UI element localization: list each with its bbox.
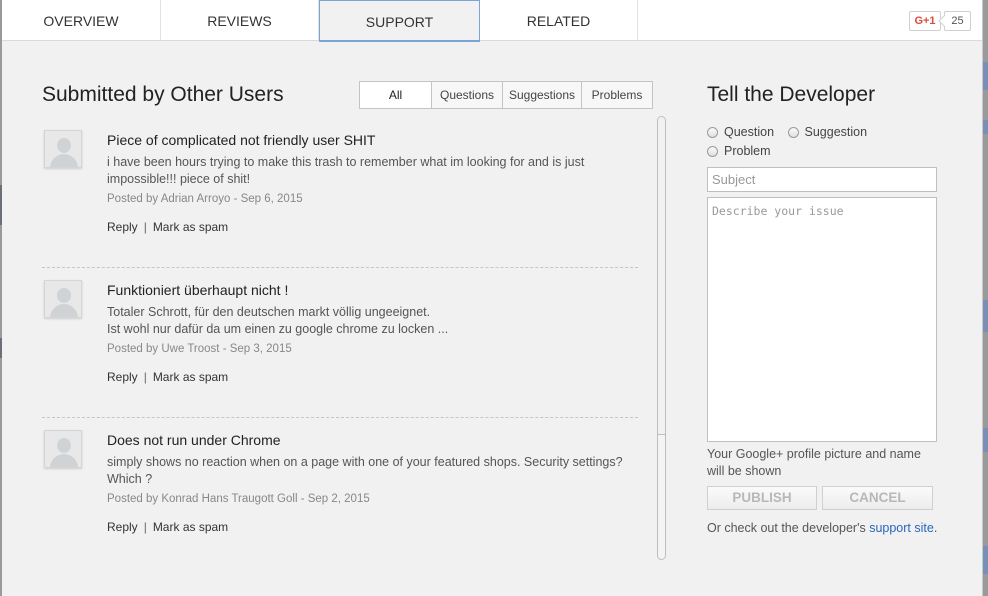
review-list: Piece of complicated not friendly user S…: [42, 118, 638, 568]
review-body: i have been hours trying to make this tr…: [107, 155, 585, 186]
avatar-icon: [44, 430, 82, 468]
radio-label: Problem: [724, 144, 771, 158]
radio-circle-icon[interactable]: [787, 126, 799, 138]
review-meta: Posted by Adrian Arroyo - Sep 6, 2015: [107, 193, 303, 205]
review-actions: Reply | Mark as spam: [107, 220, 228, 234]
radio-question[interactable]: Question: [707, 125, 774, 139]
cancel-button[interactable]: CANCEL: [822, 486, 933, 510]
subject-input[interactable]: [707, 167, 937, 192]
support-site-link[interactable]: support site: [869, 521, 934, 535]
checkout-text: Or check out the developer's: [707, 521, 870, 535]
background-strip: [983, 546, 988, 574]
support-site-text: Or check out the developer's support sit…: [707, 520, 939, 537]
plus-one-count: 25: [944, 11, 971, 31]
describe-issue-textarea[interactable]: [707, 197, 937, 442]
reply-link[interactable]: Reply: [107, 370, 138, 384]
background-strip: [983, 428, 988, 452]
mark-as-spam-link[interactable]: Mark as spam: [153, 370, 228, 384]
review-body: simply shows no reaction when on a page …: [107, 455, 623, 486]
submitted-title: Submitted by Other Users: [42, 83, 284, 106]
radio-suggestion[interactable]: Suggestion: [787, 125, 868, 139]
review-title: Piece of complicated not friendly user S…: [107, 132, 376, 148]
scrollbar-thumb[interactable]: [658, 117, 665, 435]
radio-label: Question: [724, 125, 775, 139]
action-separator: |: [143, 370, 147, 384]
background-strip: [983, 62, 988, 90]
tab-bar: OVERVIEW REVIEWS SUPPORT RELATED G+1 25: [2, 0, 982, 42]
issue-type-radios: Question Suggestion: [707, 125, 877, 141]
review-item: Funktioniert überhaupt nicht ! Totaler S…: [42, 268, 638, 418]
action-separator: |: [143, 520, 147, 534]
filter-suggestions[interactable]: Suggestions: [503, 82, 582, 108]
filter-questions[interactable]: Questions: [432, 82, 503, 108]
radio-label: Suggestion: [804, 125, 868, 139]
review-item: Does not run under Chrome simply shows n…: [42, 418, 638, 568]
publish-button[interactable]: PUBLISH: [707, 486, 817, 510]
tab-overview[interactable]: OVERVIEW: [2, 0, 161, 40]
action-separator: |: [143, 220, 147, 234]
radio-problem[interactable]: Problem: [707, 144, 771, 158]
review-meta: Posted by Konrad Hans Traugott Goll - Se…: [107, 493, 370, 505]
tab-related[interactable]: RELATED: [480, 0, 638, 40]
mark-as-spam-link[interactable]: Mark as spam: [153, 520, 228, 534]
review-body: Totaler Schrott, für den deutschen markt…: [107, 305, 449, 336]
profile-notice: Your Google+ profile picture and name wi…: [707, 447, 921, 478]
review-scrollbar[interactable]: [657, 116, 666, 560]
mark-as-spam-link[interactable]: Mark as spam: [153, 220, 228, 234]
filter-problems[interactable]: Problems: [582, 82, 652, 108]
tab-support[interactable]: SUPPORT: [319, 0, 480, 42]
checkout-end: .: [933, 521, 938, 535]
tab-reviews[interactable]: REVIEWS: [161, 0, 319, 40]
radio-circle-icon[interactable]: [707, 126, 718, 138]
reply-link[interactable]: Reply: [107, 220, 138, 234]
review-item: Piece of complicated not friendly user S…: [42, 118, 638, 268]
review-title: Does not run under Chrome: [107, 432, 281, 448]
tell-developer-title: Tell the Developer: [707, 83, 876, 106]
radio-circle-icon[interactable]: [707, 145, 718, 157]
review-actions: Reply | Mark as spam: [107, 520, 228, 534]
review-title: Funktioniert überhaupt nicht !: [107, 282, 289, 298]
google-plus-icon[interactable]: G+1: [909, 11, 941, 31]
review-actions: Reply | Mark as spam: [107, 370, 228, 384]
avatar-icon: [44, 130, 82, 168]
reply-link[interactable]: Reply: [107, 520, 138, 534]
review-meta: Posted by Uwe Troost - Sep 3, 2015: [107, 343, 292, 355]
background-strip: [983, 300, 988, 332]
avatar-icon: [44, 280, 82, 318]
issue-type-radios: Problem: [707, 144, 781, 160]
filter-group: All Questions Suggestions Problems: [359, 81, 653, 109]
background-strip: [983, 120, 988, 134]
support-panel: OVERVIEW REVIEWS SUPPORT RELATED G+1 25 …: [2, 0, 983, 596]
filter-all[interactable]: All: [360, 82, 432, 108]
